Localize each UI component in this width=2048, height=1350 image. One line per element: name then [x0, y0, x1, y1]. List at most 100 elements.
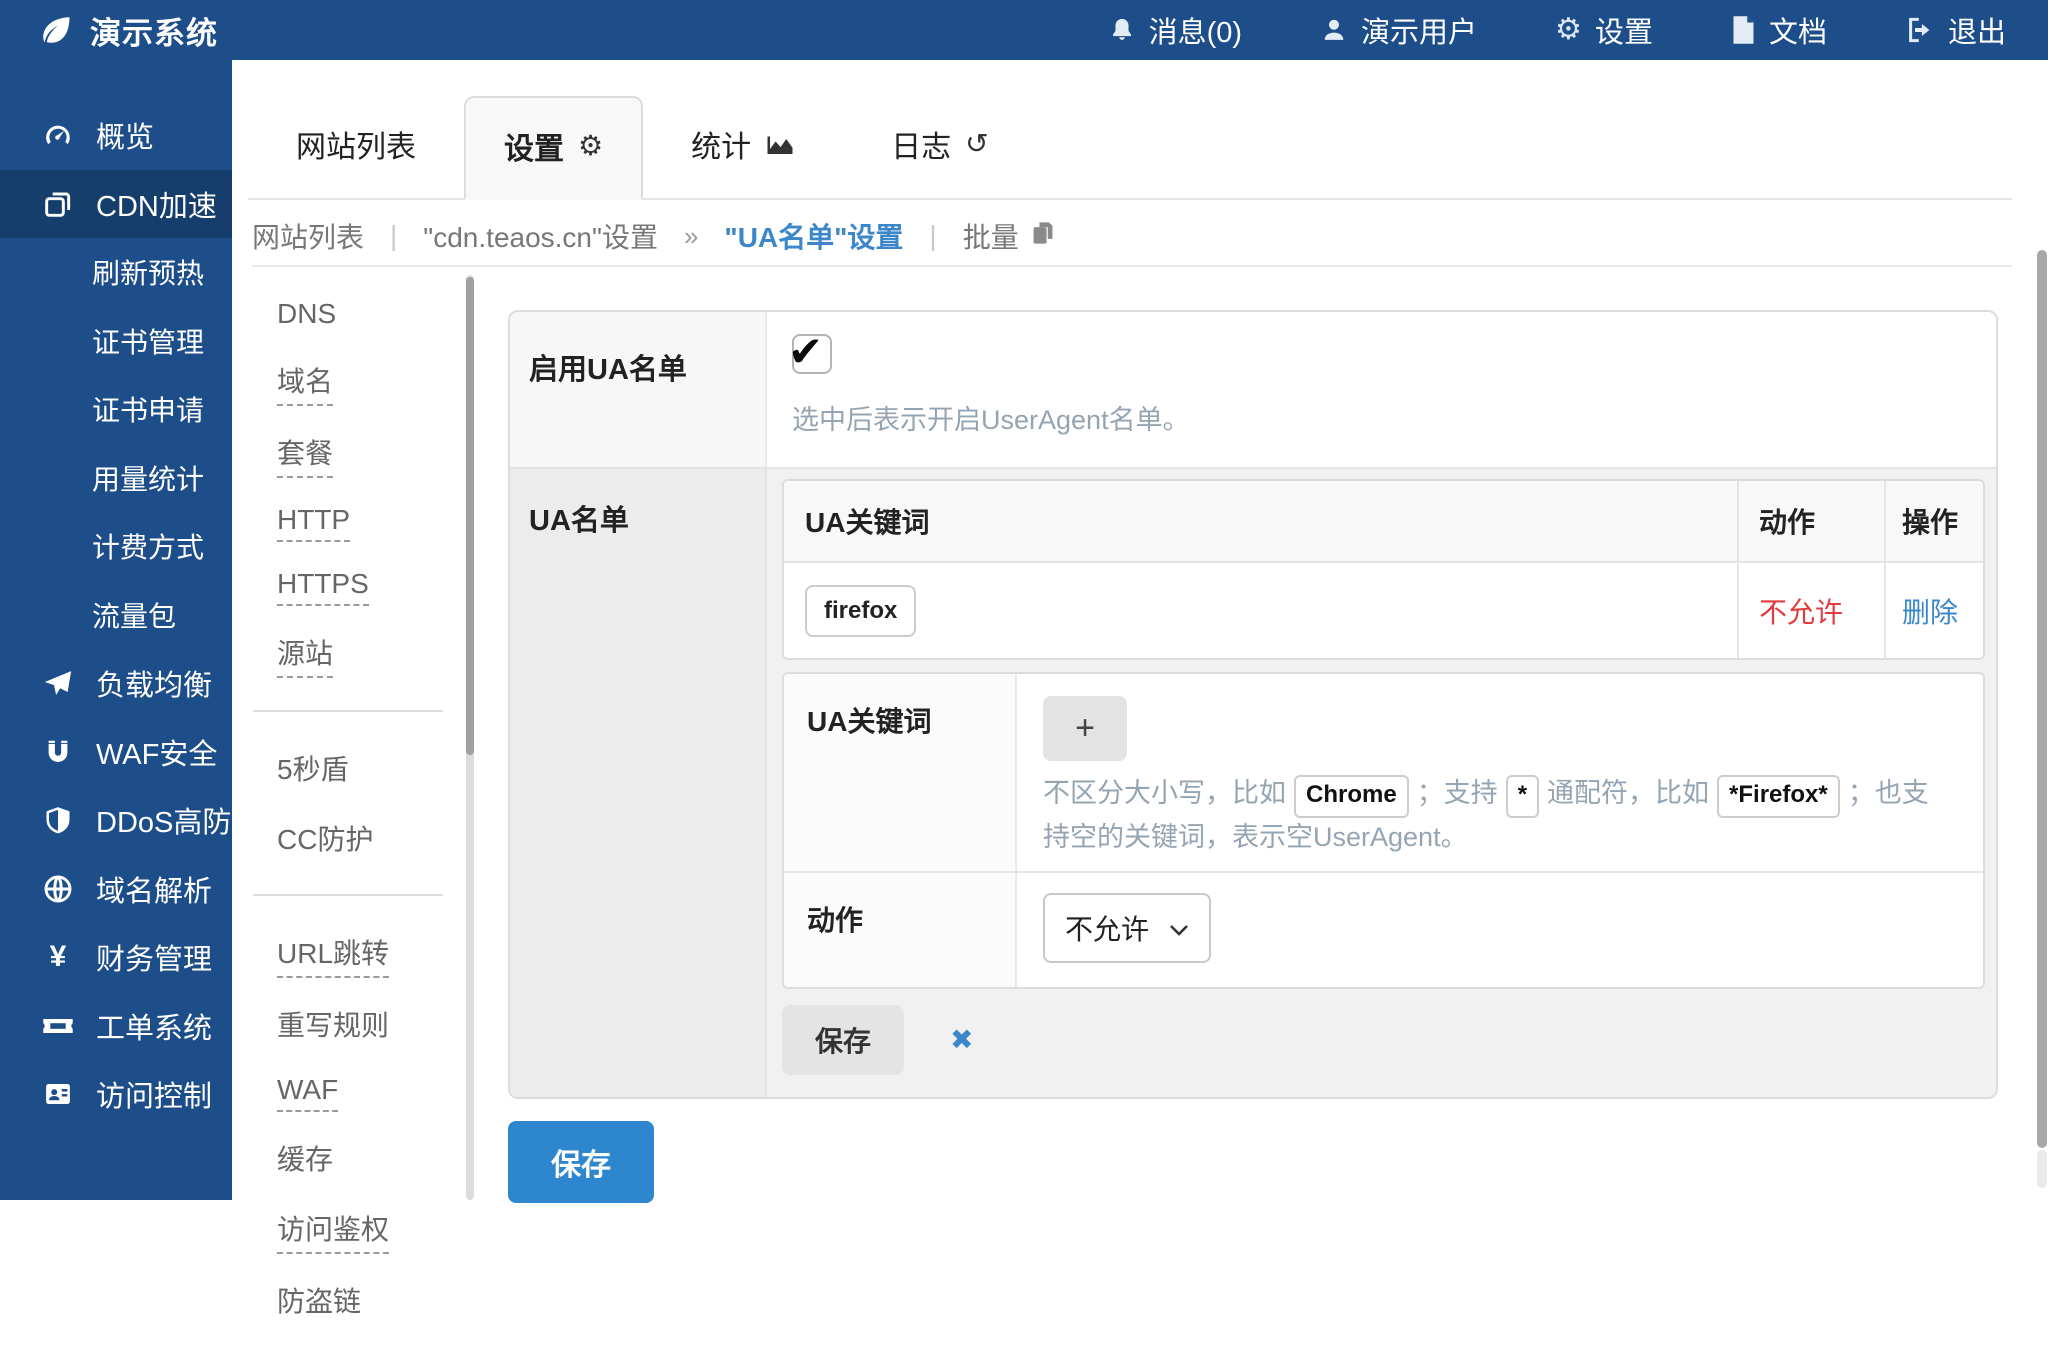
leaf-icon	[38, 12, 74, 48]
sidebar-item-load-balance[interactable]: 负载均衡	[0, 649, 232, 718]
save-button[interactable]: 保存	[508, 1121, 654, 1203]
header-keyword: UA关键词	[784, 501, 1737, 541]
submenu-item-domain[interactable]: 域名	[277, 360, 333, 406]
tab-logs[interactable]: 日志 ↺	[843, 122, 1036, 198]
submenu-item-rewrite-rules[interactable]: 重写规则	[277, 1004, 389, 1048]
topnav-logout[interactable]: 退出	[1905, 9, 2006, 51]
sidebar-item-label: DDoS高防	[96, 799, 231, 841]
topnav-messages-label: 消息(0)	[1149, 9, 1242, 51]
sidebar-item-ticket[interactable]: 工单系统	[0, 992, 232, 1061]
tab-label: 设置	[504, 124, 564, 168]
topnav-settings[interactable]: ⚙ 设置	[1555, 9, 1653, 51]
sidebar-item-label: WAF安全	[96, 731, 217, 773]
editor-save-button[interactable]: 保存	[782, 1005, 904, 1075]
submenu-item-access-auth[interactable]: 访问鉴权	[277, 1208, 389, 1254]
document-icon	[1731, 15, 1756, 45]
settings-submenu: DNS 域名 套餐 HTTP HTTPS 源站 5秒盾 CC防护 URL跳转 重…	[253, 298, 449, 1350]
delete-link[interactable]: 删除	[1902, 591, 1958, 631]
breadcrumb-current[interactable]: "UA名单"设置	[724, 216, 903, 256]
enable-ua-checkbox[interactable]: ✔	[792, 334, 832, 374]
hint-text: 不区分大小写，比如	[1043, 778, 1286, 808]
tab-site-list[interactable]: 网站列表	[248, 122, 464, 198]
ua-table-header: UA关键词 动作 操作	[784, 481, 1983, 563]
submenu-scrollbar[interactable]	[466, 275, 474, 1200]
breadcrumb-batch-button[interactable]: 批量	[963, 216, 1055, 256]
sidebar-item-billing[interactable]: 计费方式	[0, 512, 232, 581]
sidebar-item-finance[interactable]: ¥ 财务管理	[0, 923, 232, 992]
ua-settings-form: 启用UA名单 ✔ 选中后表示开启UserAgent名单。 UA名单 UA关键词 …	[508, 310, 1998, 1203]
tab-label: 网站列表	[296, 122, 416, 166]
submenu-item-dns[interactable]: DNS	[277, 298, 336, 334]
sidebar-item-refresh-preheat[interactable]: 刷新预热	[0, 238, 232, 307]
topnav-messages[interactable]: 消息(0)	[1108, 9, 1242, 51]
clone-icon	[40, 188, 76, 220]
keyword-tag: firefox	[805, 585, 916, 637]
sidebar-item-label: 证书管理	[92, 321, 204, 361]
editor-keyword-content: + 不区分大小写，比如Chrome；支持*通配符，比如*Firefox*；也支持…	[1017, 674, 1983, 871]
gear-icon: ⚙	[578, 132, 603, 160]
page-scrollbar-thumb[interactable]	[2037, 250, 2047, 1148]
action-select[interactable]: 不允许	[1043, 893, 1211, 963]
header-action: 动作	[1737, 481, 1884, 561]
sidebar-item-access-control[interactable]: 访问控制	[0, 1060, 232, 1129]
editor-keyword-row: UA关键词 + 不区分大小写，比如Chrome；支持*通配符，比如*Firefo…	[784, 674, 1983, 871]
topnav-user-label: 演示用户	[1361, 9, 1477, 51]
ua-keyword-editor: UA关键词 + 不区分大小写，比如Chrome；支持*通配符，比如*Firefo…	[782, 672, 1985, 989]
editor-cancel-icon[interactable]: ✖	[950, 1023, 973, 1056]
action-cell: 不允许	[1737, 563, 1884, 658]
submenu-item-url-redirect[interactable]: URL跳转	[277, 932, 389, 978]
check-icon: ✔	[788, 327, 823, 376]
ua-list-row: UA名单 UA关键词 动作 操作 firefox	[510, 467, 1996, 1097]
breadcrumb-separator: |	[390, 220, 397, 252]
sidebar-item-waf[interactable]: WAF安全	[0, 718, 232, 787]
action-select-value: 不允许	[1065, 908, 1149, 948]
sidebar-item-label: CDN加速	[96, 183, 217, 225]
example-firefox-wildcard: *Firefox*	[1717, 775, 1840, 818]
submenu-item-http[interactable]: HTTP	[277, 504, 350, 542]
topnav-docs[interactable]: 文档	[1731, 9, 1827, 51]
tab-settings[interactable]: 设置 ⚙	[464, 96, 643, 200]
hint-text: ；支持	[1417, 778, 1498, 808]
topnav-settings-label: 设置	[1595, 9, 1653, 51]
chart-icon	[765, 131, 795, 157]
page-scrollbar-track[interactable]	[2037, 1150, 2047, 1188]
editor-action-label: 动作	[784, 873, 1017, 987]
sidebar-item-ddos[interactable]: DDoS高防	[0, 786, 232, 855]
submenu-item-5s-shield[interactable]: 5秒盾	[277, 748, 349, 792]
submenu-item-waf[interactable]: WAF	[277, 1074, 338, 1112]
breadcrumb-site-list[interactable]: 网站列表	[252, 216, 364, 256]
submenu-item-plan[interactable]: 套餐	[277, 432, 333, 478]
operation-cell: 删除	[1884, 563, 1983, 658]
ua-list-label: UA名单	[510, 469, 767, 1097]
enable-ua-label: 启用UA名单	[510, 312, 767, 467]
topnav-user[interactable]: 演示用户	[1320, 9, 1477, 51]
ua-settings-card: 启用UA名单 ✔ 选中后表示开启UserAgent名单。 UA名单 UA关键词 …	[508, 310, 1998, 1099]
submenu-item-https[interactable]: HTTPS	[277, 568, 369, 606]
user-icon	[1320, 15, 1348, 45]
submenu-item-hotlink-protect[interactable]: 防盗链	[277, 1280, 361, 1324]
sidebar-item-traffic-pack[interactable]: 流量包	[0, 581, 232, 650]
history-icon: ↺	[965, 130, 988, 158]
tab-statistics[interactable]: 统计	[643, 122, 843, 198]
copy-icon	[1031, 220, 1055, 253]
submenu-divider	[253, 710, 443, 712]
yen-icon: ¥	[40, 940, 76, 974]
topnav: 消息(0) 演示用户 ⚙ 设置 文档 退出	[1108, 9, 2006, 51]
breadcrumb-site-settings[interactable]: "cdn.teaos.cn"设置	[423, 216, 658, 256]
sidebar-item-usage-stats[interactable]: 用量统计	[0, 444, 232, 513]
submenu-item-cache[interactable]: 缓存	[277, 1138, 333, 1182]
sidebar-item-overview[interactable]: 概览	[0, 101, 232, 170]
sidebar-item-cert-manage[interactable]: 证书管理	[0, 307, 232, 376]
submenu-item-cc-protect[interactable]: CC防护	[277, 818, 373, 862]
action-value: 不允许	[1759, 591, 1843, 631]
topbar: 演示系统 消息(0) 演示用户 ⚙ 设置 文档	[0, 0, 2048, 60]
header-operation: 操作	[1884, 481, 1983, 561]
sidebar-item-cdn[interactable]: CDN加速	[0, 170, 232, 239]
sidebar-item-dns-resolve[interactable]: 域名解析	[0, 855, 232, 924]
add-keyword-button[interactable]: +	[1043, 696, 1127, 761]
submenu-divider	[253, 894, 443, 896]
submenu-scrollbar-thumb[interactable]	[466, 277, 474, 755]
submenu-item-origin[interactable]: 源站	[277, 632, 333, 678]
sidebar-item-cert-apply[interactable]: 证书申请	[0, 375, 232, 444]
table-row: firefox 不允许 删除	[784, 563, 1983, 658]
